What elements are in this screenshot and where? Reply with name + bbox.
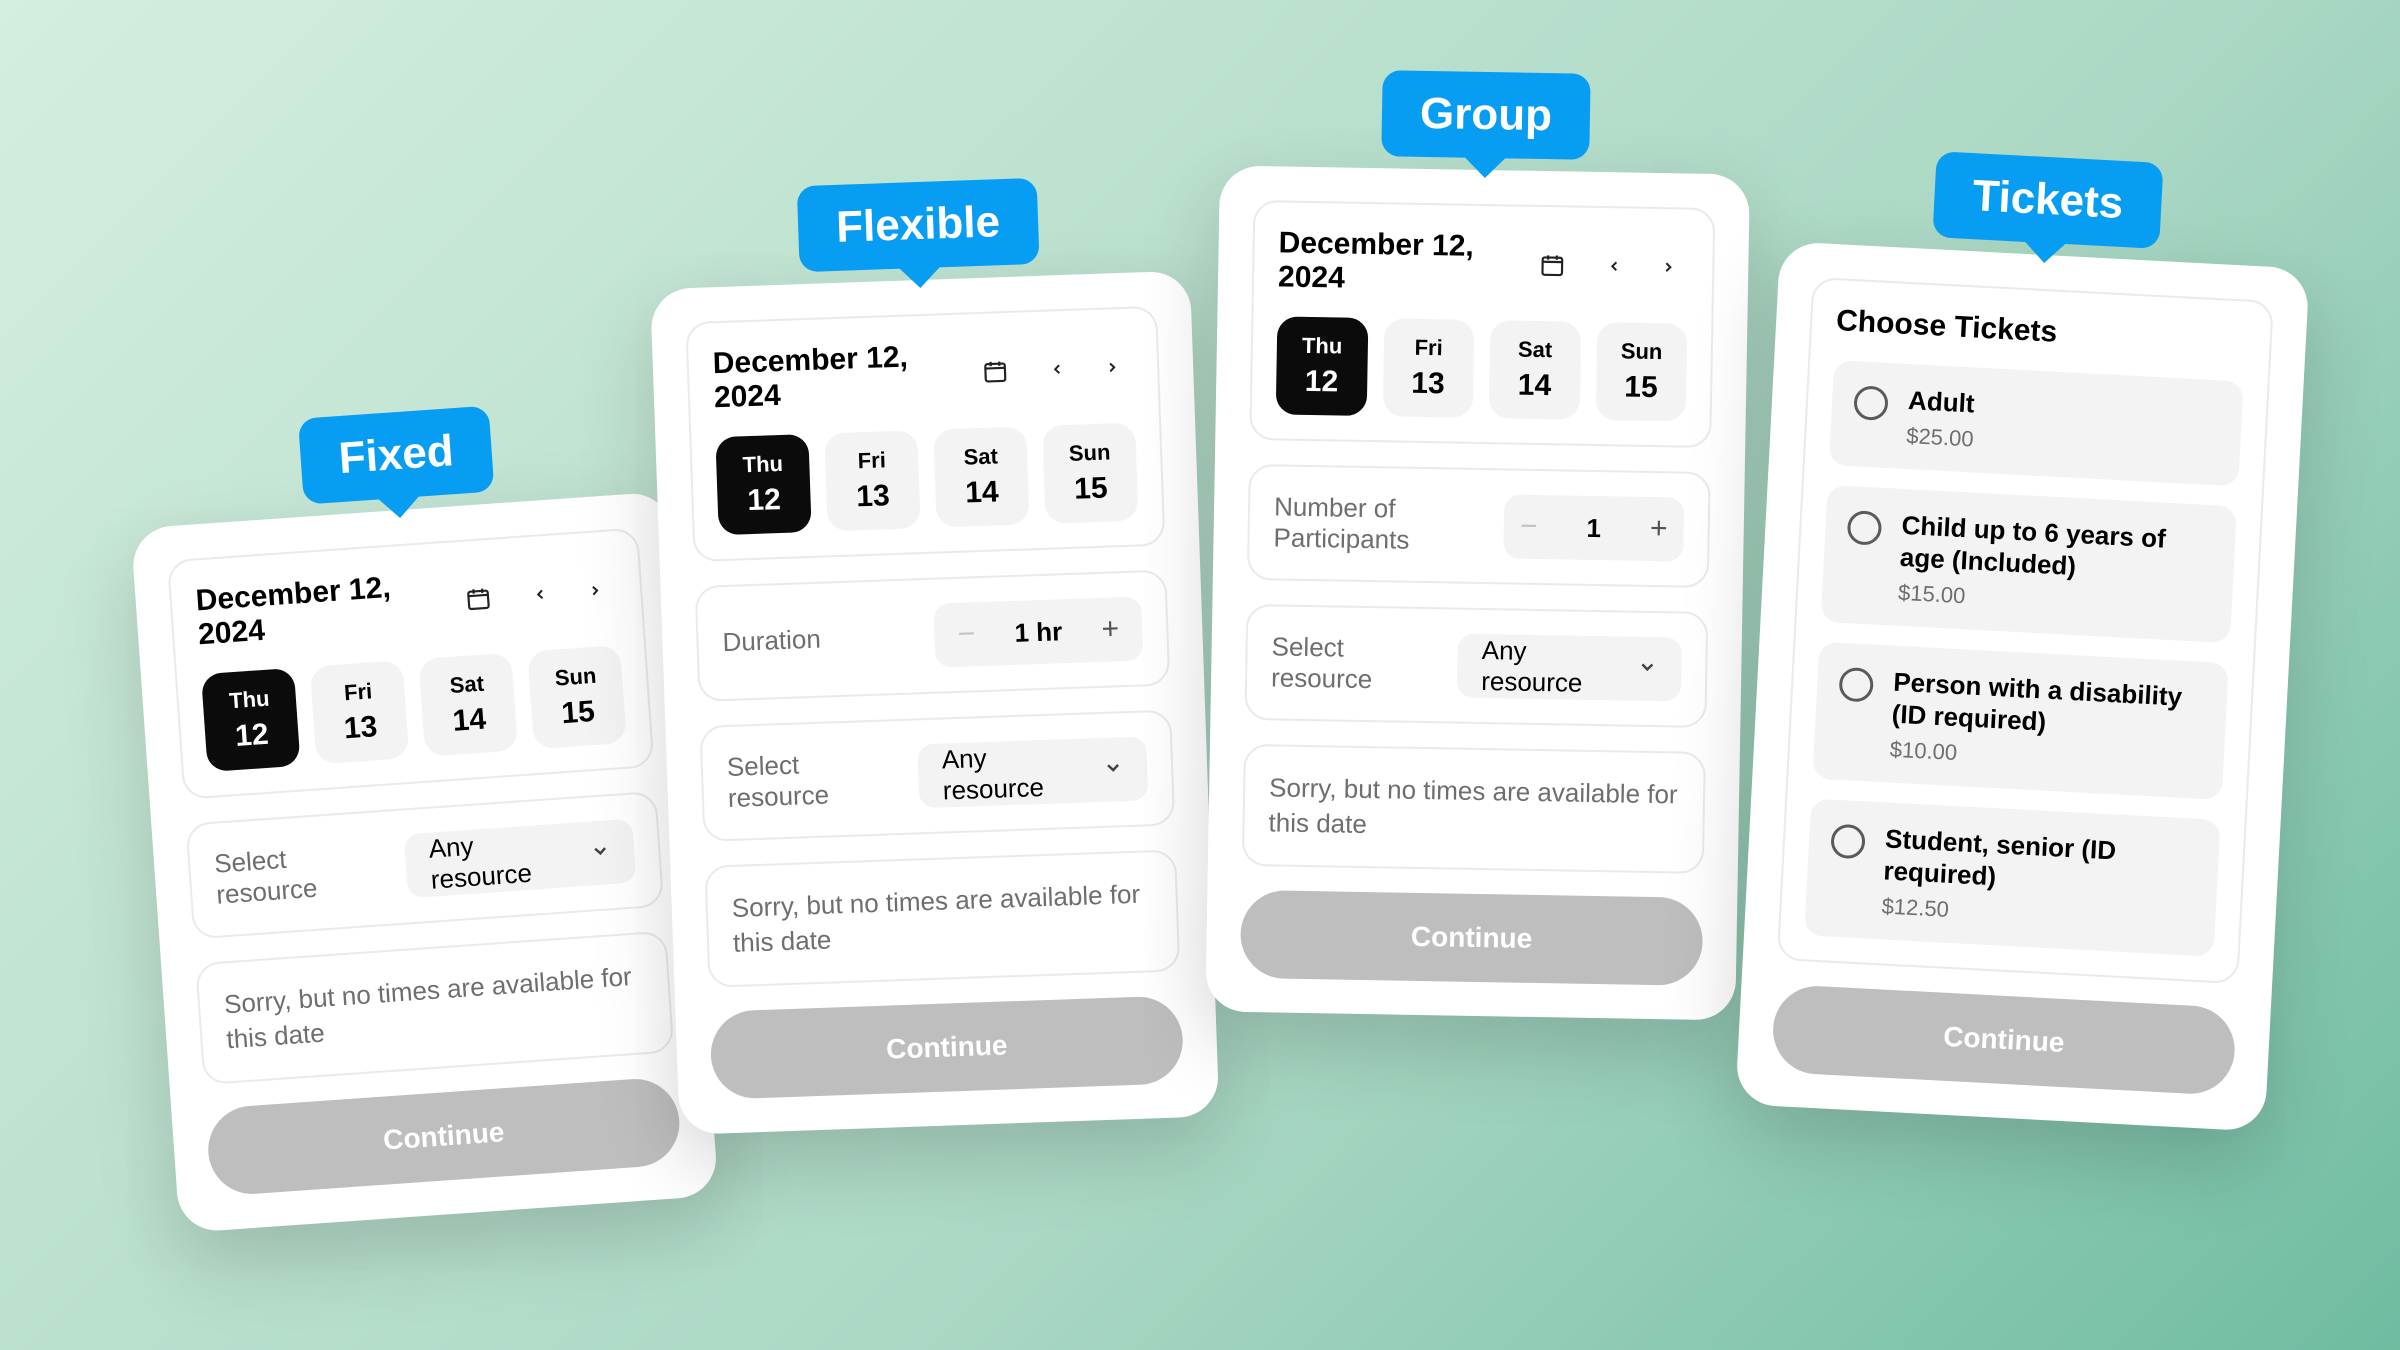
day-option[interactable]: Sun15 xyxy=(1595,322,1687,422)
day-option[interactable]: Thu12 xyxy=(201,668,301,772)
duration-value: 1 hr xyxy=(998,615,1079,649)
day-option[interactable]: Sun15 xyxy=(527,645,627,749)
duration-increase-button[interactable]: + xyxy=(1077,596,1143,662)
availability-message: Sorry, but no times are available for th… xyxy=(704,849,1180,988)
ticket-name: Child up to 6 years of age (Included) xyxy=(1899,508,2214,589)
day-option[interactable]: Fri13 xyxy=(824,430,920,531)
prev-date-button[interactable] xyxy=(1035,347,1078,392)
day-option[interactable]: Sat14 xyxy=(418,653,518,757)
day-option[interactable]: Fri13 xyxy=(1382,318,1474,418)
date-panel: December 12, 2024 Thu12 Fri13 Sat14 xyxy=(167,527,655,799)
label-group: Group xyxy=(1381,70,1590,160)
next-date-button[interactable] xyxy=(1648,245,1689,290)
card-flexible: Flexible December 12, 2024 xyxy=(650,271,1219,1136)
day-option[interactable]: Sat14 xyxy=(1489,320,1581,420)
calendar-icon xyxy=(464,585,492,613)
label-fixed: Fixed xyxy=(298,406,494,505)
day-option[interactable]: Thu12 xyxy=(715,434,811,535)
participants-panel: Number of Participants − 1 + xyxy=(1247,464,1711,588)
resource-select[interactable]: Any resource xyxy=(1457,634,1682,702)
continue-button[interactable]: Continue xyxy=(1240,890,1703,986)
ticket-name: Student, senior (ID required) xyxy=(1883,822,2198,903)
participants-stepper[interactable]: − 1 + xyxy=(1503,494,1684,561)
resource-label: Select resource xyxy=(1271,631,1438,696)
ticket-option[interactable]: Person with a disability (ID required) $… xyxy=(1812,641,2229,799)
label-flexible: Flexible xyxy=(797,178,1040,272)
continue-button[interactable]: Continue xyxy=(1771,983,2237,1095)
duration-stepper[interactable]: − 1 hr + xyxy=(933,596,1143,667)
tickets-panel: Choose Tickets Adult $25.00 Child up to … xyxy=(1777,277,2274,984)
chevron-down-icon xyxy=(1637,656,1657,681)
ticket-price: $25.00 xyxy=(1906,423,1975,452)
ticket-name: Adult xyxy=(1907,384,1976,420)
resource-select[interactable]: Any resource xyxy=(917,736,1148,808)
next-date-button[interactable] xyxy=(573,567,617,614)
resource-panel: Select resource Any resource xyxy=(1244,604,1708,728)
resource-label: Select resource xyxy=(213,837,388,911)
participants-decrease-button[interactable]: − xyxy=(1503,494,1554,559)
resource-panel: Select resource Any resource xyxy=(185,791,664,940)
day-option[interactable]: Sun15 xyxy=(1042,423,1138,524)
availability-message: Sorry, but no times are available for th… xyxy=(1242,744,1706,874)
radio-icon xyxy=(1853,385,1889,421)
prev-date-button[interactable] xyxy=(518,571,562,618)
card-group: Group December 12, 2024 T xyxy=(1205,165,1750,1020)
next-date-button[interactable] xyxy=(1091,345,1134,390)
card-fixed: Fixed December 12, 2024 T xyxy=(131,491,719,1233)
ticket-name: Person with a disability (ID required) xyxy=(1891,665,2206,746)
ticket-option[interactable]: Student, senior (ID required) $12.50 xyxy=(1804,798,2221,956)
ticket-option[interactable]: Adult $25.00 xyxy=(1829,360,2244,486)
day-option[interactable]: Sat14 xyxy=(933,426,1029,527)
chevron-down-icon xyxy=(1103,757,1124,783)
continue-button[interactable]: Continue xyxy=(709,996,1184,1100)
calendar-icon xyxy=(982,358,1009,385)
chevron-down-icon xyxy=(590,840,612,866)
duration-panel: Duration − 1 hr + xyxy=(695,570,1171,702)
participants-label: Number of Participants xyxy=(1273,491,1484,557)
continue-button[interactable]: Continue xyxy=(205,1076,682,1197)
radio-icon xyxy=(1838,666,1874,702)
duration-decrease-button[interactable]: − xyxy=(933,601,999,667)
availability-message: Sorry, but no times are available for th… xyxy=(195,930,674,1085)
participants-increase-button[interactable]: + xyxy=(1633,497,1684,562)
date-panel: December 12, 2024 Thu12 Fri13 Sat14 xyxy=(1249,200,1715,448)
date-title: December 12, 2024 xyxy=(195,567,454,653)
date-title: December 12, 2024 xyxy=(712,338,969,415)
prev-date-button[interactable] xyxy=(1593,244,1634,289)
calendar-icon xyxy=(1540,252,1566,278)
participants-value: 1 xyxy=(1554,512,1635,544)
day-option[interactable]: Fri13 xyxy=(310,660,410,764)
radio-icon xyxy=(1830,823,1866,859)
resource-label: Select resource xyxy=(726,746,899,814)
ticket-option[interactable]: Child up to 6 years of age (Included) $1… xyxy=(1821,484,2238,642)
tickets-heading: Choose Tickets xyxy=(1835,304,2246,359)
resource-select[interactable]: Any resource xyxy=(404,819,637,899)
radio-icon xyxy=(1847,510,1883,546)
resource-panel: Select resource Any resource xyxy=(699,709,1175,841)
date-panel: December 12, 2024 Thu12 Fri13 Sat14 xyxy=(685,306,1165,562)
date-title: December 12, 2024 xyxy=(1278,226,1527,298)
duration-label: Duration xyxy=(722,624,821,659)
label-tickets: Tickets xyxy=(1932,151,2163,249)
day-option[interactable]: Thu12 xyxy=(1276,316,1368,416)
card-tickets: Tickets Choose Tickets Adult $25.00 Chil… xyxy=(1735,241,2309,1131)
